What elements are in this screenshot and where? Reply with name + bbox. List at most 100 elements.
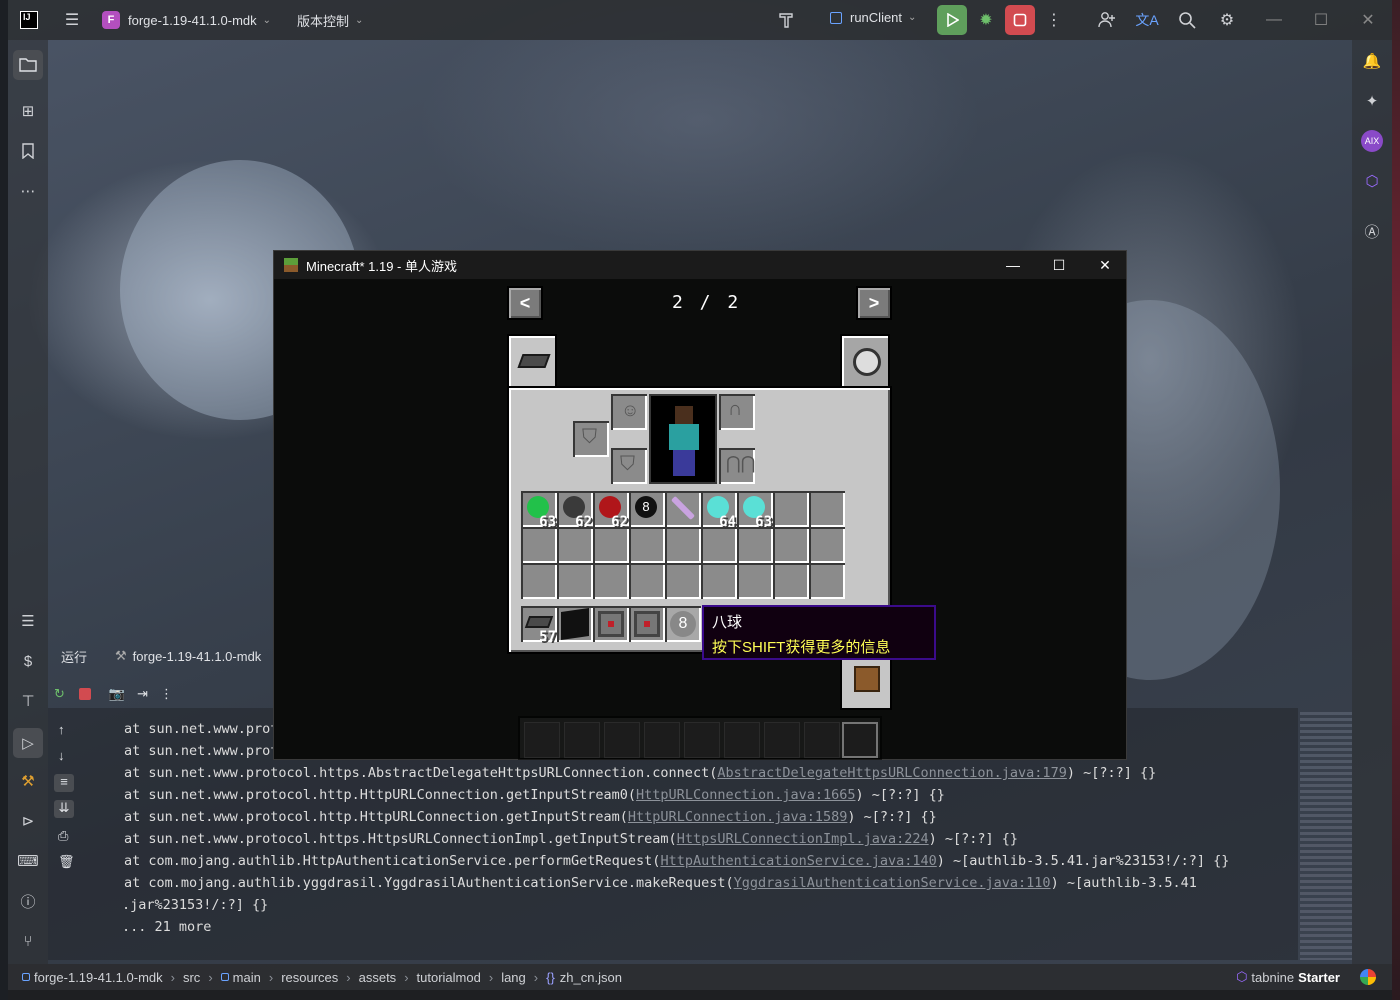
inventory-slot[interactable] <box>773 527 809 563</box>
terminal-icon[interactable]: ⌨ <box>17 850 39 872</box>
armor-slot-helmet[interactable]: ☺ <box>611 394 647 430</box>
stop-button[interactable] <box>1005 5 1035 35</box>
scroll-up-icon[interactable]: ↑ <box>58 722 65 737</box>
build-hammer-icon[interactable] <box>774 8 798 32</box>
console-source-link[interactable]: HttpURLConnection.java:1665 <box>636 787 855 803</box>
maximize-window-icon[interactable]: ☐ <box>1036 251 1082 279</box>
google-icon[interactable] <box>1360 969 1376 985</box>
inventory-slot[interactable] <box>701 563 737 599</box>
inventory-slot[interactable] <box>809 527 845 563</box>
add-user-icon[interactable] <box>1095 8 1119 32</box>
console-source-link[interactable]: HttpAuthenticationService.java:140 <box>660 853 936 869</box>
rerun-icon[interactable]: ↻ <box>54 686 65 702</box>
breadcrumb-item[interactable]: zh_cn.json <box>560 970 622 985</box>
more-tools-icon[interactable]: ⋯ <box>17 180 39 202</box>
inventory-slot[interactable] <box>701 527 737 563</box>
project-selector[interactable]: F forge-1.19-41.1.0-mdk ⌄ <box>102 11 271 29</box>
inventory-slot[interactable] <box>557 527 593 563</box>
hotbar-slot-5-hovered[interactable]: 8 <box>665 606 701 642</box>
run-config-tab[interactable]: forge-1.19-41.1.0-mdk <box>133 649 262 664</box>
run-tab-label[interactable]: 运行 <box>61 647 87 666</box>
inventory-slot[interactable] <box>809 491 845 527</box>
breadcrumb-item[interactable]: forge-1.19-41.1.0-mdk <box>34 970 163 985</box>
run-button[interactable] <box>937 5 967 35</box>
inventory-slot[interactable]: 64 <box>701 491 737 530</box>
inventory-slot[interactable] <box>629 527 665 563</box>
exit-icon[interactable]: ⇥ <box>137 686 148 702</box>
inventory-slot[interactable]: 62 <box>557 491 593 530</box>
hotbar-slot-2[interactable] <box>557 606 593 642</box>
inventory-slot[interactable]: 63 <box>521 491 557 530</box>
inventory-slot[interactable] <box>557 563 593 599</box>
inventory-slot[interactable] <box>629 563 665 599</box>
console-source-link[interactable]: HttpURLConnection.java:1589 <box>628 809 847 825</box>
inventory-slot[interactable] <box>521 527 557 563</box>
console-source-link[interactable]: AbstractDelegateHttpsURLConnection.java:… <box>717 765 1067 781</box>
armor-slot-boots[interactable]: ⋂⋂ <box>719 448 756 484</box>
creative-tab-ingot[interactable] <box>507 334 557 386</box>
debug-run-icon[interactable]: ⊳ <box>17 810 39 832</box>
breadcrumb-item[interactable]: assets <box>359 970 397 985</box>
previous-page-button[interactable]: < <box>507 286 543 320</box>
inventory-slot[interactable] <box>665 563 701 599</box>
close-window-icon[interactable]: ✕ <box>1082 251 1128 279</box>
git-branch-icon[interactable]: ⑂ <box>17 930 39 952</box>
tabnine-status[interactable]: ⬡ tabnine Starter <box>1236 969 1340 985</box>
hotbar-slot-4[interactable] <box>629 606 665 642</box>
survival-inventory-tab[interactable] <box>840 656 892 710</box>
hotbar-slot-3[interactable] <box>593 606 629 642</box>
scroll-down-icon[interactable]: ↓ <box>58 748 65 763</box>
inventory-slot[interactable] <box>521 563 557 599</box>
more-vertical-icon[interactable]: ⋮ <box>1042 8 1066 32</box>
inventory-slot[interactable] <box>737 527 773 563</box>
inventory-slot[interactable] <box>665 527 701 563</box>
inventory-slot[interactable] <box>737 563 773 599</box>
print-icon[interactable]: ⎙ <box>58 828 68 844</box>
creative-tab-compass[interactable] <box>840 334 890 386</box>
stop-icon[interactable] <box>78 688 91 700</box>
console-source-link[interactable]: HttpsURLConnectionImpl.java:224 <box>677 831 929 847</box>
clear-trash-icon[interactable]: 🗑 <box>58 854 75 870</box>
inventory-slot[interactable] <box>809 563 845 599</box>
translate-icon[interactable]: 文A <box>1135 8 1159 32</box>
aix-plugin-icon[interactable]: AIX <box>1361 130 1383 152</box>
ai-assistant-icon[interactable]: ✦ <box>1361 90 1383 112</box>
settings-gear-icon[interactable]: ⚙ <box>1215 8 1239 32</box>
breadcrumb-item[interactable]: main <box>233 970 261 985</box>
tabnine-icon[interactable]: ⬡ <box>1361 170 1383 192</box>
breadcrumb-item[interactable]: tutorialmod <box>417 970 481 985</box>
bookmarks-icon[interactable] <box>17 140 39 162</box>
hotbar-slot-1[interactable]: 57 <box>521 606 557 645</box>
problems-icon[interactable]: ⓘ <box>17 890 39 912</box>
main-menu-icon[interactable]: ☰ <box>60 8 84 32</box>
inventory-slot[interactable]: 8 <box>629 491 665 527</box>
breadcrumb-item[interactable]: src <box>183 970 200 985</box>
offhand-shield-slot[interactable]: ⛉ <box>573 421 609 457</box>
inventory-slot[interactable]: 62 <box>593 491 629 530</box>
inventory-slot[interactable] <box>593 527 629 563</box>
close-window-icon[interactable]: ✕ <box>1356 8 1380 32</box>
run-config-selector[interactable]: runClient ⌄ <box>830 10 916 25</box>
breadcrumb-item[interactable]: resources <box>281 970 338 985</box>
inventory-slot[interactable] <box>773 491 809 527</box>
console-scrollbar-minimap[interactable] <box>1300 712 1352 960</box>
scroll-to-end-icon[interactable]: ⇊ <box>54 800 74 818</box>
notifications-bell-icon[interactable]: 🔔 <box>1361 50 1383 72</box>
screenshot-camera-icon[interactable]: 📷 <box>109 686 125 702</box>
inventory-slot[interactable] <box>593 563 629 599</box>
project-folder-icon[interactable] <box>13 50 43 80</box>
breadcrumb-item[interactable]: lang <box>501 970 526 985</box>
minimize-window-icon[interactable]: — <box>990 251 1036 279</box>
run-tool-icon[interactable]: ▷ <box>13 728 43 758</box>
soft-wrap-icon[interactable]: ≡ <box>54 774 74 792</box>
inventory-slot[interactable] <box>665 491 701 527</box>
next-page-button[interactable]: > <box>856 286 892 320</box>
debug-bug-icon[interactable]: ✹ <box>974 8 998 32</box>
todo-list-icon[interactable]: ☰ <box>17 610 39 632</box>
minimize-window-icon[interactable]: — <box>1262 8 1286 32</box>
search-icon[interactable] <box>1175 8 1199 32</box>
font-viewer-icon[interactable]: Ⓐ <box>1361 220 1383 242</box>
inventory-slot[interactable]: 63 <box>737 491 773 530</box>
armor-slot-chestplate[interactable]: ⛉ <box>611 448 647 484</box>
build-hammer-icon[interactable]: ⊤ <box>17 690 39 712</box>
